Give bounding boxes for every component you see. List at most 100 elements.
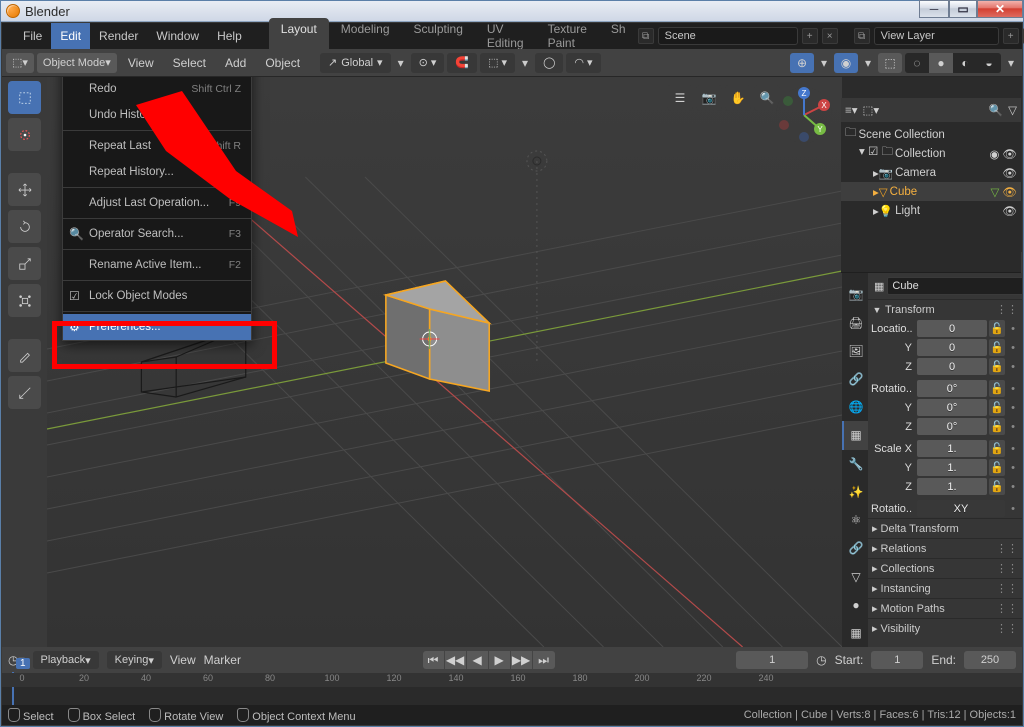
view-layer-field[interactable]: View Layer bbox=[874, 27, 999, 45]
lock-icon[interactable]: 🔓 bbox=[989, 358, 1005, 375]
3d-viewport[interactable]: ☰ 📷 ✋ 🔍 X Y Z UndoCtrl Z RedoShift Ctrl … bbox=[47, 77, 842, 647]
outliner-collection[interactable]: ▾ ☑ 🗀 Collection◉👁 bbox=[841, 144, 1021, 163]
eye-icon[interactable]: 👁 bbox=[1002, 147, 1017, 161]
select-icon[interactable]: ▽ bbox=[991, 185, 1000, 199]
scene-browse-icon[interactable]: ⧉ bbox=[638, 28, 654, 44]
eye-icon[interactable]: 👁 bbox=[1002, 185, 1017, 199]
marker-menu[interactable]: Marker bbox=[204, 653, 241, 667]
lock-icon[interactable]: 🔓 bbox=[989, 399, 1005, 416]
menuitem-operator-search[interactable]: 🔍Operator Search...F3 bbox=[63, 221, 251, 247]
panel-motion-paths[interactable]: ▸Motion Paths⋮⋮ bbox=[868, 598, 1022, 618]
snap-target[interactable]: ⬚ ▾ bbox=[480, 53, 515, 73]
proportional-falloff[interactable]: ◠ ▾ bbox=[566, 53, 600, 73]
tool-scale[interactable] bbox=[8, 247, 41, 280]
gizmo-more[interactable]: ▾ bbox=[817, 53, 831, 73]
rotation-x[interactable]: 0° bbox=[917, 380, 987, 397]
anim-dot[interactable]: • bbox=[1007, 500, 1019, 517]
prev-key-button[interactable]: ◀◀ bbox=[445, 651, 467, 669]
object-menu[interactable]: Object bbox=[257, 56, 308, 70]
tab-object[interactable]: ▦ bbox=[842, 421, 868, 449]
rotation-mode[interactable]: XY bbox=[917, 500, 1005, 517]
tool-select-box[interactable] bbox=[8, 81, 41, 114]
outliner-item-cube[interactable]: ▸ ▽ Cube▽👁 bbox=[841, 182, 1021, 201]
shading-rendered[interactable]: ◒ bbox=[977, 53, 1001, 73]
menuitem-repeat-last[interactable]: Repeat LastShift R bbox=[63, 133, 251, 159]
proportional-edit[interactable]: ◯ bbox=[535, 53, 563, 73]
anim-dot[interactable]: • bbox=[1007, 418, 1019, 435]
anim-dot[interactable]: • bbox=[1007, 320, 1019, 337]
panel-instancing[interactable]: ▸Instancing⋮⋮ bbox=[868, 578, 1022, 598]
playback-menu[interactable]: Playback ▾ bbox=[33, 651, 99, 669]
rotation-y[interactable]: 0° bbox=[917, 399, 987, 416]
scene-name-field[interactable]: Scene bbox=[658, 27, 798, 45]
select-menu[interactable]: Select bbox=[165, 56, 214, 70]
panel-delta-transform[interactable]: ▸Delta Transform bbox=[868, 518, 1022, 538]
display-mode-icon[interactable]: ⬚▾ bbox=[862, 103, 879, 117]
viewport-icon-camera[interactable]: 📷 bbox=[696, 85, 722, 111]
outliner-item-camera[interactable]: ▸ 📷 Camera👁 bbox=[841, 163, 1021, 182]
play-button[interactable]: ▶ bbox=[489, 651, 511, 669]
play-reverse-button[interactable]: ◀ bbox=[467, 651, 489, 669]
scale-x[interactable]: 1. bbox=[917, 440, 987, 457]
snap-toggle[interactable]: 🧲 bbox=[447, 53, 477, 73]
auto-key-icon[interactable]: ◷ bbox=[816, 653, 826, 667]
minimize-button[interactable]: ─ bbox=[919, 0, 949, 18]
lock-icon[interactable]: 🔓 bbox=[989, 320, 1005, 337]
end-frame-field[interactable]: 250 bbox=[964, 651, 1016, 669]
object-data-icon[interactable]: ▦ bbox=[874, 280, 884, 293]
shading-wireframe[interactable]: ◌ bbox=[905, 53, 929, 73]
pivot-dropdown[interactable]: ⊙ ▾ bbox=[411, 53, 445, 73]
menuitem-repeat-history[interactable]: Repeat History... bbox=[63, 159, 251, 185]
menuitem-rename-active[interactable]: Rename Active Item...F2 bbox=[63, 252, 251, 278]
shading-solid[interactable]: ● bbox=[929, 53, 953, 73]
anim-dot[interactable]: • bbox=[1007, 339, 1019, 356]
view-menu-tl[interactable]: View bbox=[170, 653, 196, 667]
layer-browse-icon[interactable]: ⧉ bbox=[854, 28, 870, 44]
shading-more[interactable]: ▾ bbox=[1004, 53, 1018, 73]
layer-new-icon[interactable]: + bbox=[1003, 28, 1019, 44]
next-key-button[interactable]: ▶▶ bbox=[511, 651, 533, 669]
tool-annotate[interactable] bbox=[8, 339, 41, 372]
eye-icon[interactable]: 👁 bbox=[1002, 204, 1017, 218]
menuitem-lock-object-modes[interactable]: ☑Lock Object Modes bbox=[63, 283, 251, 309]
tab-data[interactable]: ▽ bbox=[842, 562, 868, 590]
gizmo-visibility[interactable]: ⊕ bbox=[790, 53, 814, 73]
scene-new-icon[interactable]: + bbox=[802, 28, 818, 44]
tab-texture[interactable]: ▦ bbox=[842, 619, 868, 647]
panel-transform-header[interactable]: ▼Transform⋮⋮ bbox=[868, 299, 1022, 319]
menu-help[interactable]: Help bbox=[208, 23, 251, 49]
location-y[interactable]: 0 bbox=[917, 339, 987, 356]
overlays-toggle[interactable]: ◉ bbox=[834, 53, 858, 73]
rotation-z[interactable]: 0° bbox=[917, 418, 987, 435]
panel-visibility[interactable]: ▸Visibility⋮⋮ bbox=[868, 618, 1022, 638]
tab-world[interactable]: 🌐 bbox=[842, 393, 868, 421]
tab-physics[interactable]: ⚛ bbox=[842, 506, 868, 534]
keying-menu[interactable]: Keying ▾ bbox=[107, 651, 162, 669]
shading-material[interactable]: ◐ bbox=[953, 53, 977, 73]
lock-icon[interactable]: 🔓 bbox=[989, 459, 1005, 476]
lock-icon[interactable]: 🔓 bbox=[989, 339, 1005, 356]
close-button[interactable]: ✕ bbox=[977, 0, 1023, 18]
add-menu[interactable]: Add bbox=[217, 56, 254, 70]
object-name-field[interactable] bbox=[887, 277, 1022, 295]
restrict-icon[interactable]: ◉ bbox=[989, 147, 999, 161]
location-x[interactable]: 0 bbox=[917, 320, 987, 337]
scale-y[interactable]: 1. bbox=[917, 459, 987, 476]
eye-icon[interactable]: 👁 bbox=[1002, 166, 1017, 180]
jump-start-button[interactable]: ⏮ bbox=[423, 651, 445, 669]
scale-z[interactable]: 1. bbox=[917, 478, 987, 495]
scene-delete-icon[interactable]: × bbox=[822, 28, 838, 44]
axis-gizmo[interactable]: X Y Z bbox=[774, 85, 834, 145]
tool-rotate[interactable] bbox=[8, 210, 41, 243]
xray-toggle[interactable]: ⬚ bbox=[878, 53, 902, 73]
orientation-more[interactable]: ▾ bbox=[394, 53, 408, 73]
tool-move[interactable] bbox=[8, 173, 41, 206]
menu-edit[interactable]: Edit bbox=[51, 23, 90, 49]
anim-dot[interactable]: • bbox=[1007, 478, 1019, 495]
tab-view-layer[interactable]: 🖼 bbox=[842, 337, 868, 365]
anim-dot[interactable]: • bbox=[1007, 358, 1019, 375]
timeline-track[interactable]: 1 020406080100120140160180200220240 bbox=[2, 673, 1022, 705]
anim-dot[interactable]: • bbox=[1007, 399, 1019, 416]
menu-window[interactable]: Window bbox=[147, 23, 208, 49]
location-z[interactable]: 0 bbox=[917, 358, 987, 375]
